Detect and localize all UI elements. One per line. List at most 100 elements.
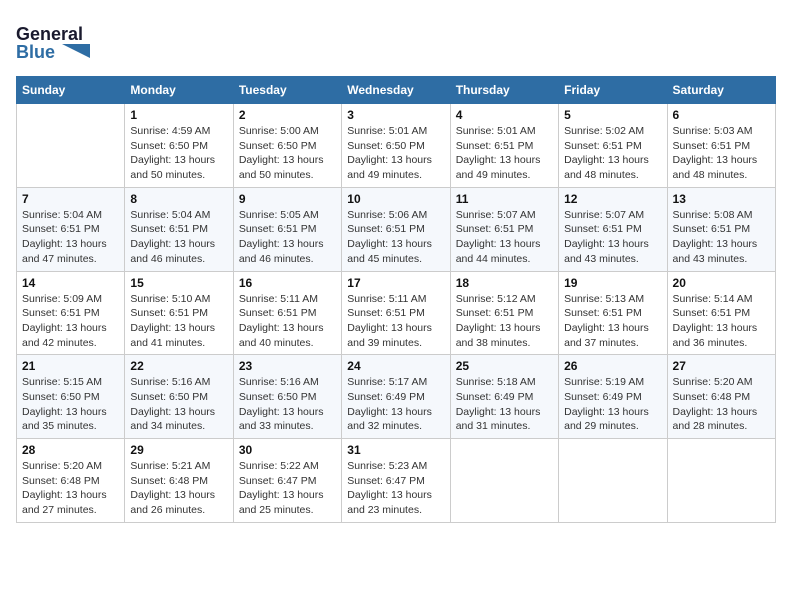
calendar-cell: 29 Sunrise: 5:21 AMSunset: 6:48 PMDayligh… — [125, 439, 233, 523]
calendar-cell: 16 Sunrise: 5:11 AMSunset: 6:51 PMDayligh… — [233, 271, 341, 355]
day-number: 20 — [673, 276, 770, 290]
svg-text:General: General — [16, 24, 83, 44]
column-header-monday: Monday — [125, 77, 233, 104]
column-header-wednesday: Wednesday — [342, 77, 450, 104]
day-info: Sunrise: 5:13 AMSunset: 6:51 PMDaylight:… — [564, 292, 661, 351]
day-info: Sunrise: 5:01 AMSunset: 6:50 PMDaylight:… — [347, 124, 444, 183]
calendar-cell: 11 Sunrise: 5:07 AMSunset: 6:51 PMDayligh… — [450, 187, 558, 271]
calendar-cell: 8Sunrise: 5:04 AMSunset: 6:51 PMDaylight… — [125, 187, 233, 271]
calendar-cell: 27 Sunrise: 5:20 AMSunset: 6:48 PMDayligh… — [667, 355, 775, 439]
calendar-cell — [667, 439, 775, 523]
day-info: Sunrise: 5:01 AMSunset: 6:51 PMDaylight:… — [456, 124, 553, 183]
calendar-cell: 24 Sunrise: 5:17 AMSunset: 6:49 PMDayligh… — [342, 355, 450, 439]
calendar-week-row: 14 Sunrise: 5:09 AMSunset: 6:51 PMDayligh… — [17, 271, 776, 355]
day-number: 16 — [239, 276, 336, 290]
day-number: 9 — [239, 192, 336, 206]
calendar-week-row: 21 Sunrise: 5:15 AMSunset: 6:50 PMDayligh… — [17, 355, 776, 439]
day-info: Sunrise: 5:02 AMSunset: 6:51 PMDaylight:… — [564, 124, 661, 183]
day-number: 15 — [130, 276, 227, 290]
day-number: 5 — [564, 108, 661, 122]
logo-svg: General Blue — [16, 16, 96, 66]
calendar-cell: 22 Sunrise: 5:16 AMSunset: 6:50 PMDayligh… — [125, 355, 233, 439]
calendar-cell: 2Sunrise: 5:00 AMSunset: 6:50 PMDaylight… — [233, 104, 341, 188]
day-number: 22 — [130, 359, 227, 373]
day-number: 11 — [456, 192, 553, 206]
calendar-week-row: 1Sunrise: 4:59 AMSunset: 6:50 PMDaylight… — [17, 104, 776, 188]
calendar-week-row: 28 Sunrise: 5:20 AMSunset: 6:48 PMDayligh… — [17, 439, 776, 523]
day-info: Sunrise: 5:19 AMSunset: 6:49 PMDaylight:… — [564, 375, 661, 434]
day-info: Sunrise: 5:18 AMSunset: 6:49 PMDaylight:… — [456, 375, 553, 434]
calendar-cell: 6 Sunrise: 5:03 AMSunset: 6:51 PMDaylight… — [667, 104, 775, 188]
day-info: Sunrise: 5:07 AMSunset: 6:51 PMDaylight:… — [564, 208, 661, 267]
day-number: 24 — [347, 359, 444, 373]
day-number: 21 — [22, 359, 119, 373]
day-info: Sunrise: 5:23 AMSunset: 6:47 PMDaylight:… — [347, 459, 444, 518]
calendar-cell: 5 Sunrise: 5:02 AMSunset: 6:51 PMDaylight… — [559, 104, 667, 188]
column-header-tuesday: Tuesday — [233, 77, 341, 104]
calendar-cell: 13Sunrise: 5:08 AMSunset: 6:51 PMDayligh… — [667, 187, 775, 271]
calendar-cell: 17 Sunrise: 5:11 AMSunset: 6:51 PMDayligh… — [342, 271, 450, 355]
day-number: 19 — [564, 276, 661, 290]
calendar-cell — [17, 104, 125, 188]
calendar-cell: 28 Sunrise: 5:20 AMSunset: 6:48 PMDayligh… — [17, 439, 125, 523]
day-number: 14 — [22, 276, 119, 290]
day-number: 2 — [239, 108, 336, 122]
day-number: 17 — [347, 276, 444, 290]
calendar-table: SundayMondayTuesdayWednesdayThursdayFrid… — [16, 76, 776, 523]
calendar-cell: 18 Sunrise: 5:12 AMSunset: 6:51 PMDayligh… — [450, 271, 558, 355]
day-info: Sunrise: 5:03 AMSunset: 6:51 PMDaylight:… — [673, 124, 770, 183]
day-info: Sunrise: 5:10 AMSunset: 6:51 PMDaylight:… — [130, 292, 227, 351]
day-info: Sunrise: 5:08 AMSunset: 6:51 PMDaylight:… — [673, 208, 770, 267]
day-number: 7 — [22, 192, 119, 206]
calendar-cell: 23Sunrise: 5:16 AMSunset: 6:50 PMDayligh… — [233, 355, 341, 439]
column-header-friday: Friday — [559, 77, 667, 104]
day-number: 12 — [564, 192, 661, 206]
day-info: Sunrise: 5:06 AMSunset: 6:51 PMDaylight:… — [347, 208, 444, 267]
column-header-thursday: Thursday — [450, 77, 558, 104]
day-info: Sunrise: 5:07 AMSunset: 6:51 PMDaylight:… — [456, 208, 553, 267]
day-info: Sunrise: 5:20 AMSunset: 6:48 PMDaylight:… — [22, 459, 119, 518]
calendar-cell: 19 Sunrise: 5:13 AMSunset: 6:51 PMDayligh… — [559, 271, 667, 355]
day-info: Sunrise: 5:04 AMSunset: 6:51 PMDaylight:… — [22, 208, 119, 267]
page-container: General Blue SundayMondayTuesdayWednesda… — [16, 16, 776, 523]
calendar-cell: 7 Sunrise: 5:04 AMSunset: 6:51 PMDaylight… — [17, 187, 125, 271]
day-number: 10 — [347, 192, 444, 206]
day-number: 18 — [456, 276, 553, 290]
day-info: Sunrise: 5:09 AMSunset: 6:51 PMDaylight:… — [22, 292, 119, 351]
day-number: 6 — [673, 108, 770, 122]
calendar-cell: 15 Sunrise: 5:10 AMSunset: 6:51 PMDayligh… — [125, 271, 233, 355]
day-number: 31 — [347, 443, 444, 457]
calendar-cell: 25Sunrise: 5:18 AMSunset: 6:49 PMDayligh… — [450, 355, 558, 439]
calendar-cell: 1Sunrise: 4:59 AMSunset: 6:50 PMDaylight… — [125, 104, 233, 188]
day-info: Sunrise: 5:15 AMSunset: 6:50 PMDaylight:… — [22, 375, 119, 434]
calendar-cell: 4 Sunrise: 5:01 AMSunset: 6:51 PMDaylight… — [450, 104, 558, 188]
day-info: Sunrise: 5:20 AMSunset: 6:48 PMDaylight:… — [673, 375, 770, 434]
header: General Blue — [16, 16, 776, 66]
calendar-cell: 9Sunrise: 5:05 AMSunset: 6:51 PMDaylight… — [233, 187, 341, 271]
calendar-cell: 30Sunrise: 5:22 AMSunset: 6:47 PMDayligh… — [233, 439, 341, 523]
day-number: 4 — [456, 108, 553, 122]
calendar-cell — [559, 439, 667, 523]
column-header-saturday: Saturday — [667, 77, 775, 104]
day-info: Sunrise: 5:21 AMSunset: 6:48 PMDaylight:… — [130, 459, 227, 518]
calendar-header-row: SundayMondayTuesdayWednesdayThursdayFrid… — [17, 77, 776, 104]
day-info: Sunrise: 4:59 AMSunset: 6:50 PMDaylight:… — [130, 124, 227, 183]
day-info: Sunrise: 5:04 AMSunset: 6:51 PMDaylight:… — [130, 208, 227, 267]
calendar-cell — [450, 439, 558, 523]
day-info: Sunrise: 5:11 AMSunset: 6:51 PMDaylight:… — [347, 292, 444, 351]
day-number: 28 — [22, 443, 119, 457]
day-number: 27 — [673, 359, 770, 373]
logo: General Blue — [16, 16, 96, 66]
calendar-week-row: 7 Sunrise: 5:04 AMSunset: 6:51 PMDaylight… — [17, 187, 776, 271]
day-number: 26 — [564, 359, 661, 373]
day-info: Sunrise: 5:16 AMSunset: 6:50 PMDaylight:… — [130, 375, 227, 434]
day-number: 30 — [239, 443, 336, 457]
day-number: 29 — [130, 443, 227, 457]
column-header-sunday: Sunday — [17, 77, 125, 104]
day-info: Sunrise: 5:17 AMSunset: 6:49 PMDaylight:… — [347, 375, 444, 434]
day-number: 23 — [239, 359, 336, 373]
day-info: Sunrise: 5:11 AMSunset: 6:51 PMDaylight:… — [239, 292, 336, 351]
svg-text:Blue: Blue — [16, 42, 55, 62]
calendar-cell: 31 Sunrise: 5:23 AMSunset: 6:47 PMDayligh… — [342, 439, 450, 523]
day-info: Sunrise: 5:12 AMSunset: 6:51 PMDaylight:… — [456, 292, 553, 351]
